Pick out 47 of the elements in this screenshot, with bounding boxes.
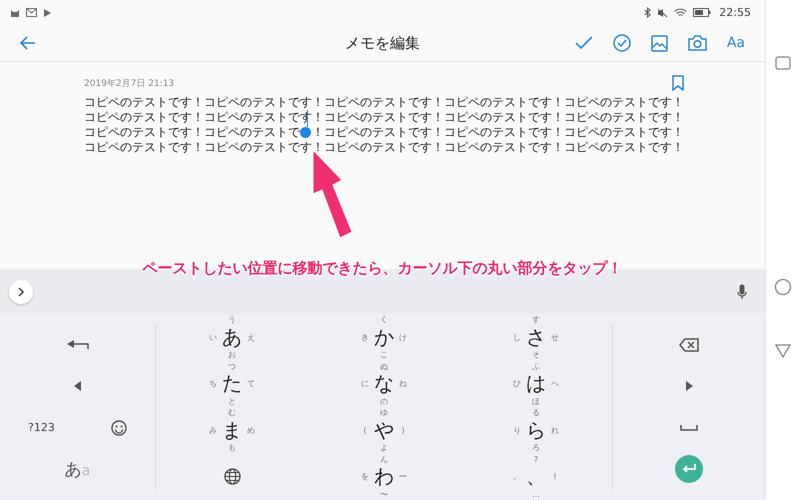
mail-icon: [26, 8, 37, 17]
number-key[interactable]: ?123: [28, 421, 55, 434]
clock-time: 22:55: [719, 6, 751, 19]
kana-key[interactable]: ? 。 、 ! …: [510, 454, 562, 500]
undo-arrow-icon[interactable]: [66, 340, 88, 350]
bookmark-icon[interactable]: [672, 75, 684, 91]
kana-key[interactable]: く き か け こ: [358, 314, 410, 360]
kana-key[interactable]: ん を わ ー 〜: [358, 454, 410, 500]
kana-key[interactable]: む み ま め も: [206, 407, 258, 454]
kana-toggle-key[interactable]: あa: [64, 458, 90, 481]
cat-icon: [10, 8, 20, 18]
kana-key[interactable]: ふ ひ は へ ほ: [510, 360, 562, 407]
kana-key[interactable]: つ ち た て と: [206, 360, 258, 407]
checklist-circle-icon[interactable]: [612, 34, 631, 52]
annotation-caption: ペーストしたい位置に移動できたら、カーソル下の丸い部分をタップ！: [142, 259, 624, 278]
kana-key[interactable]: る り ら れ ろ: [510, 407, 562, 454]
camera-icon[interactable]: [688, 35, 707, 51]
home-circle-icon[interactable]: [774, 278, 792, 296]
back-triangle-icon[interactable]: [775, 344, 791, 358]
emoji-icon[interactable]: [110, 420, 127, 436]
enter-arrow-icon: [682, 464, 696, 474]
kana-key[interactable]: ゆ ( や ) よ: [358, 407, 410, 454]
chevron-right-icon: [17, 286, 25, 296]
left-triangle-icon[interactable]: [74, 381, 81, 392]
font-button[interactable]: Aa: [726, 35, 745, 51]
muted-speaker-icon: [657, 8, 668, 18]
backspace-icon[interactable]: [679, 338, 699, 352]
cursor-handle[interactable]: [300, 127, 312, 138]
square-nav-icon[interactable]: [775, 56, 791, 70]
globe-icon[interactable]: [224, 468, 240, 486]
battery-icon: [693, 8, 712, 17]
bluetooth-icon: [644, 7, 652, 18]
enter-button[interactable]: [675, 455, 703, 484]
kana-key[interactable]: う い あ え お: [206, 314, 258, 360]
screen-title: メモを編集: [345, 34, 420, 52]
space-key-icon[interactable]: [680, 424, 698, 431]
memo-date: 2019年2月7日 21:13: [84, 78, 174, 90]
microphone-icon[interactable]: [737, 284, 747, 300]
expand-button[interactable]: [9, 280, 33, 304]
image-icon[interactable]: [650, 34, 668, 52]
play-icon: [43, 8, 52, 18]
right-triangle-icon[interactable]: [686, 381, 692, 392]
kana-key[interactable]: ぬ に な ね の: [358, 360, 410, 407]
wifi-icon: [674, 8, 688, 18]
back-arrow-icon[interactable]: [20, 36, 36, 50]
kana-key[interactable]: す し さ せ そ: [510, 314, 562, 360]
check-icon[interactable]: [574, 36, 593, 50]
